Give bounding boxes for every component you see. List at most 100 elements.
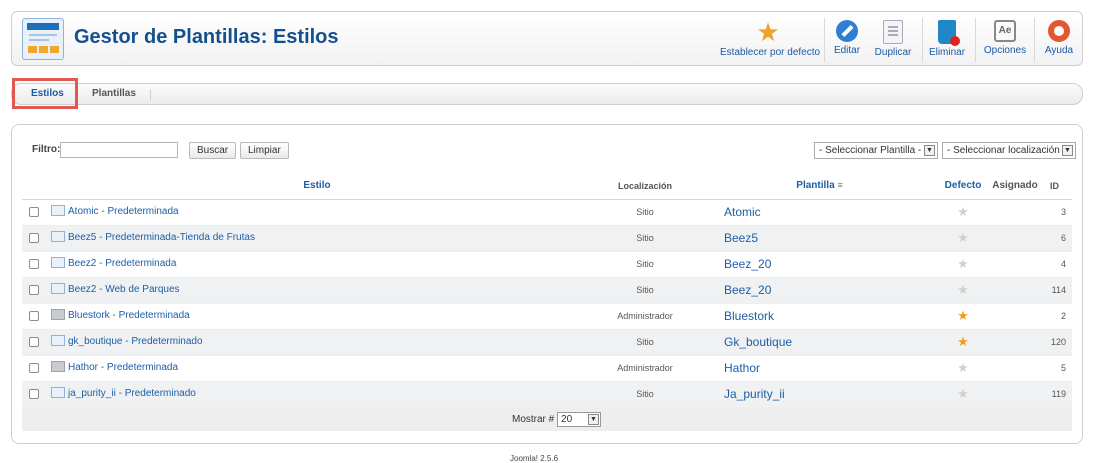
duplicate-label: Duplicar [874,47,912,58]
row-checkbox[interactable] [29,310,39,321]
row-checkbox[interactable] [29,362,39,373]
filter-input[interactable] [60,142,178,158]
column-header-plantilla[interactable]: Plantilla ≡ [702,173,938,200]
template-link[interactable]: Beez_20 [724,257,771,271]
assigned-cell [988,225,1042,252]
column-header-asignado: Asignado [988,173,1042,200]
assigned-cell [988,251,1042,278]
duplicate-button[interactable]: Duplicar [872,18,914,64]
table-row: ja_purity_ii - Predeterminado Sitio Ja_p… [22,381,1072,408]
edit-button[interactable]: Editar [830,18,864,64]
location-cell: Sitio [588,277,702,304]
site-template-icon [51,205,65,217]
site-template-icon [51,231,65,243]
location-cell: Sitio [588,199,702,226]
location-cell: Sitio [588,225,702,252]
default-star-icon[interactable]: ★ [957,334,969,349]
site-template-icon [51,283,65,295]
location-select[interactable]: - Seleccionar localización - ▼ [942,142,1076,159]
template-link[interactable]: Ja_purity_ii [724,387,785,401]
location-cell: Administrador [588,303,702,330]
help-button[interactable]: Ayuda [1042,18,1076,64]
column-header-localizacion[interactable]: Localización [588,173,702,200]
location-cell: Sitio [588,251,702,278]
help-label: Ayuda [1044,45,1074,56]
template-link[interactable]: Atomic [724,205,761,219]
column-header-plantilla-label: Plantilla [796,180,835,192]
style-link[interactable]: ja_purity_ii - Predeterminado [68,389,196,400]
list-limit-select[interactable]: 20 ▼ [557,412,602,427]
search-button[interactable]: Buscar [189,142,237,159]
clear-button[interactable]: Limpiar [240,142,289,159]
table-row: Beez2 - Predeterminada Sitio Beez_20 ★ 4 [22,251,1072,278]
default-star-icon[interactable]: ★ [957,386,969,401]
default-star-icon[interactable]: ★ [957,204,969,219]
row-checkbox[interactable] [29,206,39,217]
table-row: Bluestork - Predeterminada Administrador… [22,303,1072,330]
location-cell: Sitio [588,329,702,356]
options-icon: Ae [994,20,1016,42]
template-link[interactable]: Beez_20 [724,283,771,297]
tab-estilos[interactable]: Estilos [31,88,64,99]
default-star-icon[interactable]: ★ [957,282,969,297]
style-link[interactable]: gk_boutique - Predeterminado [68,337,203,348]
id-cell: 119 [1042,381,1072,408]
template-link[interactable]: Gk_boutique [724,335,792,349]
admin-template-icon [51,309,65,321]
style-link[interactable]: Beez2 - Predeterminada [68,259,176,270]
column-header-estilo[interactable]: Estilo [46,173,588,200]
assigned-cell [988,355,1042,382]
list-limit: Mostrar # 20 ▼ [512,412,602,427]
pencil-icon [836,20,858,42]
table-header-row: Estilo Localización Plantilla ≡ Defecto … [22,173,1072,200]
id-cell: 6 [1042,225,1072,252]
location-cell: Sitio [588,381,702,408]
style-link[interactable]: Bluestork - Predeterminada [68,311,190,322]
style-link[interactable]: Beez5 - Predeterminada-Tienda de Frutas [68,233,255,244]
assigned-cell [988,329,1042,356]
table-row: Hathor - Predeterminada Administrador Ha… [22,355,1072,382]
assigned-cell [988,381,1042,408]
admin-template-icon [51,361,65,373]
default-star-icon[interactable]: ★ [957,230,969,245]
version-text: Joomla! 2.5.6 [510,454,559,463]
chevron-down-icon: ▼ [924,145,935,156]
id-cell: 3 [1042,199,1072,226]
tab-plantillas[interactable]: Plantillas [92,88,136,99]
set-default-button[interactable]: ★ Establecer por defecto [720,18,820,64]
assigned-cell [988,277,1042,304]
default-star-icon[interactable]: ★ [957,256,969,271]
row-checkbox[interactable] [29,258,39,269]
default-star-icon[interactable]: ★ [957,360,969,375]
style-link[interactable]: Hathor - Predeterminada [68,363,178,374]
template-select[interactable]: - Seleccionar Plantilla - ▼ [814,142,938,159]
options-button[interactable]: Ae Opciones [982,18,1028,64]
select-all-header [22,173,46,200]
template-select-value: - Seleccionar Plantilla - [819,145,922,156]
pagination-bar: Mostrar # 20 ▼ [22,407,1072,431]
template-link[interactable]: Beez5 [724,231,758,245]
id-cell: 5 [1042,355,1072,382]
list-limit-label: Mostrar # [512,414,555,426]
default-star-icon[interactable]: ★ [957,308,969,323]
delete-button[interactable]: Eliminar [926,18,968,64]
trash-icon [938,20,960,46]
template-link[interactable]: Bluestork [724,309,774,323]
column-header-id[interactable]: ID [1042,173,1072,200]
list-limit-value: 20 [561,414,573,425]
row-checkbox[interactable] [29,388,39,399]
template-link[interactable]: Hathor [724,361,760,375]
template-manager-icon [22,18,64,60]
table-row: Beez5 - Predeterminada-Tienda de Frutas … [22,225,1072,252]
filter-bar: Filtro: Buscar Limpiar - Seleccionar Pla… [32,142,1076,160]
style-link[interactable]: Atomic - Predeterminada [68,207,179,218]
assigned-cell [988,303,1042,330]
style-link[interactable]: Beez2 - Web de Parques [68,285,180,296]
tab-divider [150,89,151,101]
chevron-down-icon: ▼ [588,414,600,425]
row-checkbox[interactable] [29,284,39,295]
row-checkbox[interactable] [29,232,39,243]
row-checkbox[interactable] [29,336,39,347]
column-header-defecto[interactable]: Defecto [938,173,988,200]
id-cell: 114 [1042,277,1072,304]
